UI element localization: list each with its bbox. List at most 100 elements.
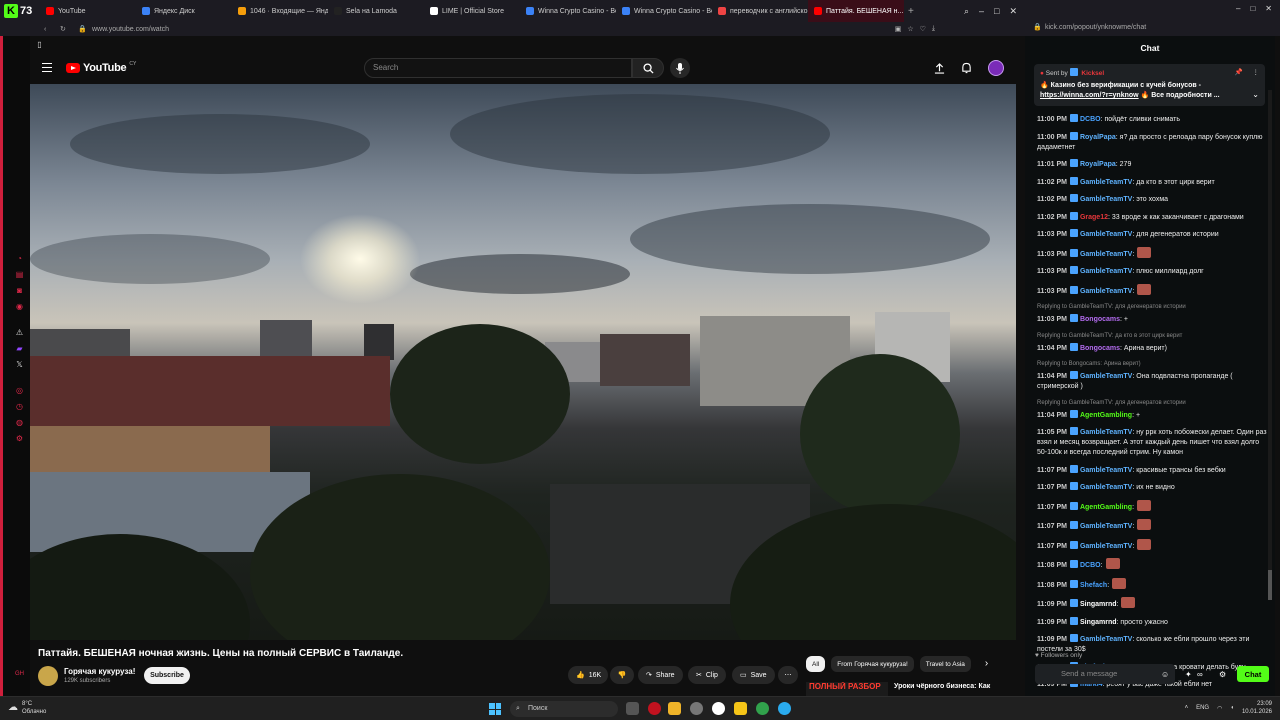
sidebar-icon-5[interactable]: ⚠	[15, 328, 24, 337]
channel-avatar[interactable]	[38, 666, 58, 686]
sidebar-icon-6[interactable]: ◎	[15, 386, 24, 395]
search-button[interactable]	[632, 58, 664, 78]
message-username[interactable]: GambleTeamTV	[1080, 373, 1132, 380]
message-username[interactable]: Singamrnd	[1080, 619, 1117, 626]
emoji-icon[interactable]: ☺	[1161, 670, 1169, 679]
kick-logo[interactable]: K 73	[0, 0, 40, 22]
voice-search-button[interactable]	[670, 58, 690, 78]
menu-icon[interactable]	[42, 63, 52, 72]
heart-icon[interactable]: ♡	[920, 25, 926, 33]
channel-name[interactable]: Горячая кукуруза!	[64, 667, 135, 676]
chat-message-input[interactable]: Send a message	[1035, 664, 1175, 684]
twitch-icon[interactable]: ▰	[15, 344, 24, 353]
browser-tab[interactable]: Паттайя. БЕШЕНАЯ н...	[808, 0, 904, 22]
minimize-button[interactable]: –	[1236, 4, 1240, 13]
bookmark-icon[interactable]: ☆	[907, 25, 913, 33]
message-username[interactable]: Bongocams	[1080, 316, 1120, 323]
language-indicator[interactable]: ENG	[1196, 705, 1209, 711]
browser-tab[interactable]: Яндекс Диск	[136, 0, 232, 22]
notes-icon[interactable]	[734, 702, 747, 715]
telegram-icon[interactable]	[778, 702, 791, 715]
message-username[interactable]: RoyalPapa	[1080, 134, 1116, 141]
close-button[interactable]: ✕	[1009, 6, 1017, 17]
subscribe-button[interactable]: Subscribe	[144, 667, 190, 684]
message-username[interactable]: GambleTeamTV	[1080, 288, 1132, 295]
pinned-link[interactable]: https://winna.com/?r=ynknow	[1040, 92, 1139, 99]
sidebar-icon-7[interactable]: ◷	[15, 402, 24, 411]
chip-all[interactable]: All	[806, 656, 826, 672]
sidebar-icon-8[interactable]: ◍	[15, 418, 24, 427]
recommended-thumbnail[interactable]: ПОЛНЫЙ РАЗБОР	[806, 682, 888, 696]
chevron-right-icon[interactable]: ›	[977, 656, 988, 672]
notifications-icon[interactable]	[961, 62, 972, 74]
message-username[interactable]: DCBO	[1080, 116, 1101, 123]
chrome-icon[interactable]	[690, 702, 703, 715]
clip-button[interactable]: ✂ Clip	[688, 666, 726, 684]
search-icon[interactable]: ⌕	[964, 6, 969, 17]
sidebar-icon-9[interactable]: GH	[15, 670, 24, 679]
browser-tab[interactable]: Winna Crypto Casino - Be...	[520, 0, 616, 22]
minimize-button[interactable]: –	[979, 6, 984, 17]
more-icon[interactable]: ⋮	[1253, 68, 1260, 76]
download-icon[interactable]: ⤓	[932, 25, 935, 33]
pin-icon[interactable]: 📌	[1235, 68, 1243, 76]
back-icon[interactable]: ‹	[44, 26, 46, 33]
maximize-button[interactable]: □	[1250, 4, 1255, 13]
message-username[interactable]: Shefach	[1080, 582, 1107, 589]
wifi-icon[interactable]: ◠	[1217, 705, 1222, 712]
browser-tab[interactable]: переводчик с английско...	[712, 0, 808, 22]
message-username[interactable]: GambleTeamTV	[1080, 268, 1132, 275]
share-button[interactable]: ↷ Share	[638, 666, 683, 684]
x-icon[interactable]: 𝕏	[15, 360, 24, 369]
yandex-icon[interactable]	[712, 702, 725, 715]
like-button[interactable]: 👍 16K	[568, 666, 608, 684]
message-username[interactable]: GambleTeamTV	[1080, 523, 1132, 530]
chat-url[interactable]: kick.com/popout/ynknowme/chat	[1045, 24, 1146, 31]
message-username[interactable]: GambleTeamTV	[1080, 429, 1132, 436]
upload-icon[interactable]	[934, 62, 945, 74]
reply-context[interactable]: Replying to GambleTeamTV: для дегенерато…	[1037, 399, 1267, 407]
message-username[interactable]: AgentGambling	[1080, 412, 1132, 419]
message-username[interactable]: GambleTeamTV	[1080, 467, 1132, 474]
infinity-icon[interactable]: ∞	[1197, 670, 1203, 679]
search-input[interactable]: Search	[364, 58, 632, 78]
sidebar-icon-2[interactable]: ▤	[15, 270, 24, 279]
chip-travel[interactable]: Travel to Asia	[919, 656, 971, 672]
dislike-button[interactable]: 👎	[610, 666, 634, 684]
message-username[interactable]: Grage12	[1080, 214, 1108, 221]
reply-context[interactable]: Replying to GambleTeamTV: для дегенерато…	[1037, 303, 1267, 311]
recommended-title[interactable]: Уроки чёрного бизнеса: Как	[894, 683, 990, 690]
settings-icon[interactable]: ⚙	[15, 434, 24, 443]
chat-send-button[interactable]: Chat	[1237, 666, 1269, 682]
message-username[interactable]: GambleTeamTV	[1080, 484, 1132, 491]
video-player[interactable]	[30, 84, 1016, 640]
file-explorer-icon[interactable]	[668, 702, 681, 715]
account-avatar[interactable]	[988, 60, 1004, 76]
browser-tab[interactable]: Winna Crypto Casino - Be...	[616, 0, 712, 22]
settings-icon[interactable]: ⚙	[1219, 670, 1226, 679]
message-username[interactable]: GambleTeamTV	[1080, 636, 1132, 643]
message-username[interactable]: GambleTeamTV	[1080, 251, 1132, 258]
gift-icon[interactable]: ✦	[1185, 670, 1192, 679]
message-username[interactable]: GambleTeamTV	[1080, 196, 1132, 203]
clock[interactable]: 23:09 10.01.2026	[1242, 700, 1272, 716]
browser-tab[interactable]: LIME | Official Store	[424, 0, 520, 22]
reply-context[interactable]: Replying to GambleTeamTV: да кто в этот …	[1037, 332, 1267, 340]
message-username[interactable]: Bongocams	[1080, 345, 1120, 352]
chip-from-channel[interactable]: From Горячая кукуруза!	[831, 656, 914, 672]
sidebar-icon-1[interactable]: ◔	[15, 254, 24, 263]
extension-icon[interactable]: ▣	[895, 25, 902, 33]
message-username[interactable]: GambleTeamTV	[1080, 543, 1132, 550]
browser-tab[interactable]: YouTube	[40, 0, 136, 22]
start-button[interactable]	[489, 703, 501, 715]
pinned-user[interactable]: Kicksel	[1081, 70, 1104, 77]
taskbar-search[interactable]: ⌕ Поиск	[510, 701, 618, 717]
message-username[interactable]: RoyalPapa	[1080, 161, 1116, 168]
message-username[interactable]: Singamrnd	[1080, 601, 1117, 608]
url-text[interactable]: www.youtube.com/watch	[92, 26, 169, 33]
browser-tab[interactable]: 1046 · Входящие — Янд...	[232, 0, 328, 22]
reload-icon[interactable]: ↻	[60, 25, 66, 33]
task-view-icon[interactable]	[626, 702, 639, 715]
browser-tab[interactable]: Sela на Lamoda	[328, 0, 424, 22]
new-tab-button[interactable]: +	[904, 6, 918, 17]
